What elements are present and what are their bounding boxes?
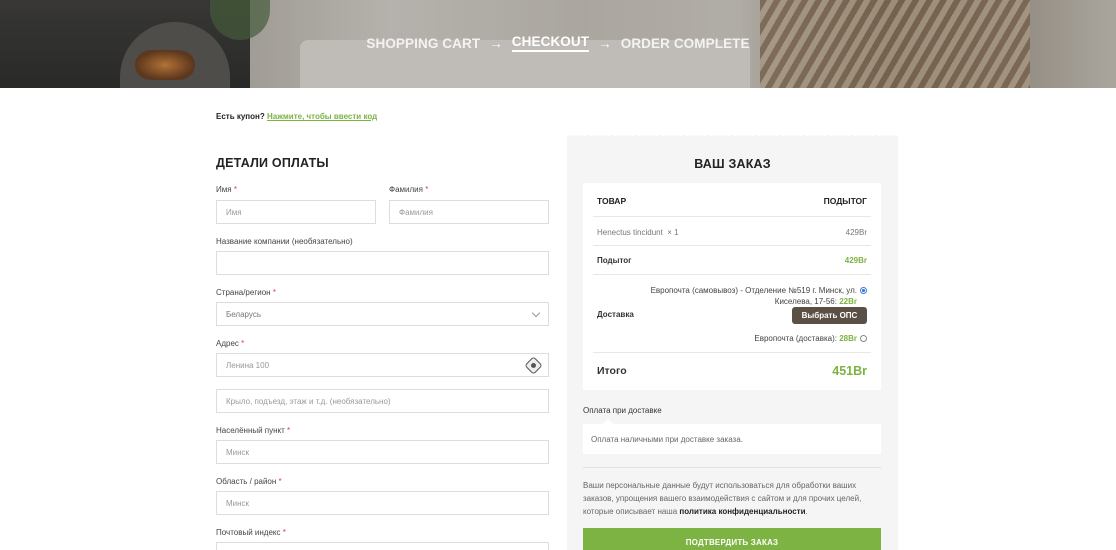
col-product: ТОВАР: [597, 196, 627, 206]
ship-option-delivery[interactable]: Европочта (доставка): 28Br: [627, 333, 867, 344]
payment-description: Оплата наличными при доставке заказа.: [583, 419, 881, 454]
address-label: Адрес *: [216, 339, 245, 348]
first-name-label: Имя *: [216, 185, 237, 194]
total-label: Итого: [597, 365, 627, 377]
item-name: Henectus tincidunt: [597, 228, 663, 237]
subtotal-label: Подытог: [597, 256, 632, 265]
billing-title: ДЕТАЛИ ОПЛАТЫ: [216, 156, 329, 170]
total-row: Итого 451Br: [597, 364, 867, 378]
step-shopping-cart[interactable]: SHOPPING CART: [366, 36, 480, 51]
order-table: ТОВАР ПОДЫТОГ Henectus tincidunt × 1 429…: [583, 183, 881, 390]
address-field[interactable]: Ленина 100: [216, 353, 549, 377]
billing-details: ДЕТАЛИ ОПЛАТЫ Имя * Имя Фамилия * Фамили…: [216, 156, 549, 550]
col-subtotal: ПОДЫТОГ: [823, 196, 867, 206]
coupon-text: Есть купон?: [216, 112, 265, 121]
postcode-field[interactable]: [216, 542, 549, 550]
choose-ops-button[interactable]: Выбрать ОПС: [792, 307, 867, 324]
total-value: 451Br: [832, 364, 867, 378]
postcode-label: Почтовый индекс *: [216, 528, 286, 537]
company-field[interactable]: [216, 251, 549, 275]
privacy-notice: Ваши персональные данные будут использов…: [583, 481, 862, 516]
chevron-down-icon: [531, 308, 541, 317]
divider: [583, 467, 881, 468]
order-item-row: Henectus tincidunt × 1 429Br: [597, 228, 867, 237]
step-checkout[interactable]: CHECKOUT: [511, 34, 590, 52]
divider: [593, 352, 871, 353]
item-qty: × 1: [667, 228, 679, 237]
divider: [593, 216, 871, 217]
divider: [593, 274, 871, 275]
coupon-notice: Есть купон? Нажмите, чтобы ввести код: [216, 112, 377, 121]
region-label: Область / район *: [216, 477, 282, 486]
hero-banner: SHOPPING CART → CHECKOUT → ORDER COMPLETE: [0, 0, 1116, 88]
payment-method-label[interactable]: Оплата при доставке: [583, 406, 662, 415]
order-table-header: ТОВАР ПОДЫТОГ: [597, 196, 867, 206]
ship-option-pickup[interactable]: Европочта (самовывоз) - Отделение №519 г…: [627, 285, 867, 296]
city-label: Населённый пункт *: [216, 426, 291, 435]
region-field[interactable]: Минск: [216, 491, 549, 515]
first-name-field[interactable]: Имя: [216, 200, 376, 224]
item-price: 429Br: [845, 228, 867, 237]
last-name-field[interactable]: Фамилия: [389, 200, 549, 224]
country-label: Страна/регион *: [216, 288, 276, 297]
address2-field[interactable]: Крыло, подъезд, этаж и т.д. (необязатель…: [216, 389, 549, 413]
privacy-policy-link[interactable]: политика конфиденциальности: [679, 507, 805, 516]
city-field[interactable]: Минск: [216, 440, 549, 464]
last-name-label: Фамилия *: [389, 185, 429, 194]
checkout-steps: SHOPPING CART → CHECKOUT → ORDER COMPLETE: [0, 34, 1116, 52]
arrow-right-icon: →: [598, 35, 612, 51]
country-select[interactable]: Беларусь: [216, 302, 549, 326]
divider: [593, 245, 871, 246]
company-label: Название компании (необязательно): [216, 237, 353, 246]
shipping-options: Европочта (самовывоз) - Отделение №519 г…: [627, 285, 867, 307]
order-review: ВАШ ЗАКАЗ ТОВАР ПОДЫТОГ Henectus tincidu…: [567, 132, 898, 550]
order-title: ВАШ ЗАКАЗ: [694, 157, 771, 171]
location-pin-icon[interactable]: [524, 356, 543, 375]
confirm-order-button[interactable]: ПОДТВЕРДИТЬ ЗАКАЗ: [583, 528, 881, 550]
radio-empty-icon[interactable]: [860, 335, 867, 343]
step-order-complete: ORDER COMPLETE: [620, 35, 750, 51]
coupon-link[interactable]: Нажмите, чтобы ввести код: [267, 112, 377, 121]
subtotal-row: Подытог 429Br: [597, 256, 867, 265]
arrow-right-icon: →: [489, 35, 503, 51]
shipping-label: Доставка: [597, 310, 634, 319]
radio-selected-icon[interactable]: [860, 287, 867, 295]
subtotal-value: 429Br: [844, 256, 867, 265]
